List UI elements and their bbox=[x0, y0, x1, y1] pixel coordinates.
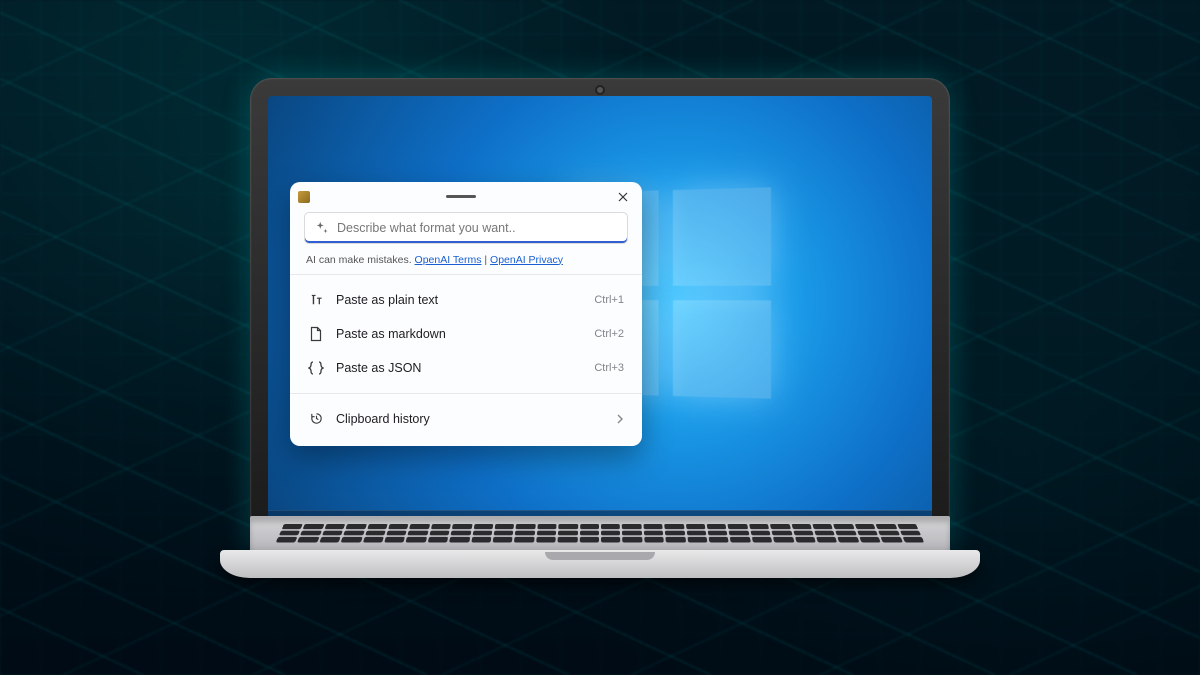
json-icon bbox=[308, 360, 324, 376]
paste-plain-text-option[interactable]: Paste as plain text Ctrl+1 bbox=[304, 283, 628, 317]
terms-link[interactable]: OpenAI Terms bbox=[415, 254, 482, 266]
option-shortcut: Ctrl+2 bbox=[594, 328, 624, 340]
laptop-frame: AI can make mistakes. OpenAI Terms | Ope… bbox=[220, 78, 980, 578]
privacy-link[interactable]: OpenAI Privacy bbox=[490, 254, 563, 266]
option-label: Paste as plain text bbox=[336, 293, 582, 307]
webcam bbox=[597, 87, 603, 93]
ai-prompt-input[interactable] bbox=[337, 221, 617, 235]
markdown-icon bbox=[308, 326, 324, 342]
ai-prompt-field[interactable] bbox=[304, 212, 628, 244]
history-icon bbox=[308, 411, 324, 427]
divider bbox=[290, 393, 642, 394]
paste-markdown-option[interactable]: Paste as markdown Ctrl+2 bbox=[304, 317, 628, 351]
keyboard bbox=[276, 523, 924, 541]
option-label: Paste as markdown bbox=[336, 327, 582, 341]
sparkle-icon bbox=[315, 221, 329, 235]
divider bbox=[290, 274, 642, 275]
option-shortcut: Ctrl+1 bbox=[594, 294, 624, 306]
keyboard-deck bbox=[250, 516, 950, 550]
dialog-titlebar[interactable] bbox=[290, 182, 642, 212]
laptop-lid: AI can make mistakes. OpenAI Terms | Ope… bbox=[250, 78, 950, 550]
paste-json-option[interactable]: Paste as JSON Ctrl+3 bbox=[304, 351, 628, 385]
ai-disclaimer: AI can make mistakes. OpenAI Terms | Ope… bbox=[306, 254, 626, 266]
clipboard-history-option[interactable]: Clipboard history bbox=[304, 402, 628, 436]
close-button[interactable] bbox=[612, 186, 634, 208]
chevron-right-icon bbox=[616, 414, 624, 424]
laptop-base bbox=[220, 550, 980, 578]
disclaimer-text: AI can make mistakes. bbox=[306, 254, 415, 266]
option-shortcut: Ctrl+3 bbox=[594, 362, 624, 374]
advanced-paste-dialog: AI can make mistakes. OpenAI Terms | Ope… bbox=[290, 182, 642, 446]
close-icon bbox=[618, 192, 628, 202]
option-label: Clipboard history bbox=[336, 412, 604, 426]
desktop-screen: AI can make mistakes. OpenAI Terms | Ope… bbox=[268, 96, 932, 526]
app-icon bbox=[298, 191, 310, 203]
text-icon bbox=[308, 292, 324, 308]
drag-handle[interactable] bbox=[310, 195, 612, 198]
option-label: Paste as JSON bbox=[336, 361, 582, 375]
